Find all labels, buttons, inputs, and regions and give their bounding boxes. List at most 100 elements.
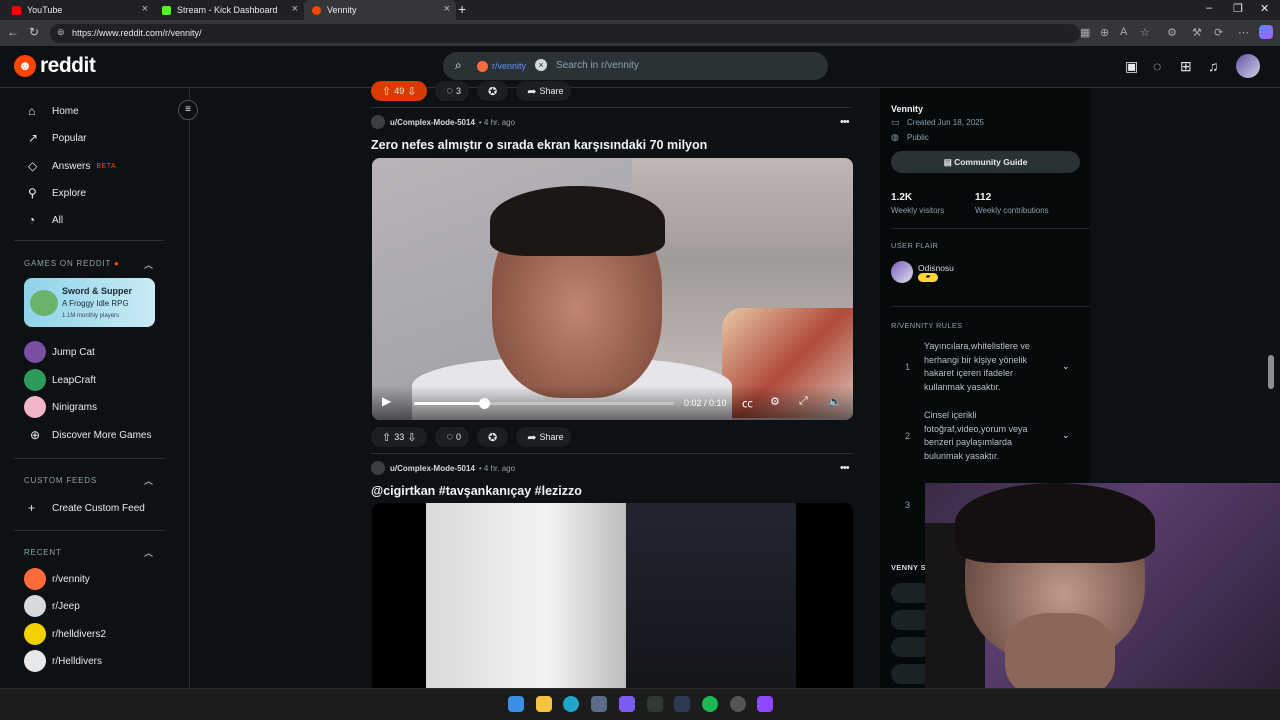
apps-icon[interactable]: ▦ <box>1080 26 1090 39</box>
steam-icon[interactable] <box>674 696 690 712</box>
community-guide-button[interactable]: ▤ Community Guide <box>891 151 1080 173</box>
page-scrollbar[interactable] <box>1268 355 1274 389</box>
close-icon[interactable]: × <box>292 3 298 15</box>
tools-icon[interactable]: ⚒ <box>1192 26 1202 39</box>
rule-item[interactable]: 1 Yayıncılara,whitelistlere ve herhangi … <box>905 340 1075 396</box>
play-icon[interactable]: ▶ <box>382 394 391 408</box>
zoom-icon[interactable]: ⊕ <box>1100 26 1109 39</box>
upvote-icon[interactable]: ⇧ <box>382 431 391 444</box>
fullscreen-icon[interactable]: ⤢ <box>799 395 808 408</box>
close-icon[interactable]: × <box>142 3 148 15</box>
sidebar-item-popular[interactable]: ↗ Popular <box>28 131 86 145</box>
chevron-up-icon[interactable]: ︿ <box>144 474 153 487</box>
chevron-up-icon[interactable]: ︿ <box>144 258 153 271</box>
award-button[interactable]: ✪ <box>477 81 509 101</box>
notifications-icon[interactable]: ♫ <box>1208 58 1219 74</box>
rule-item[interactable]: 2 Cinsel içerikli fotoğraf,video,yorum v… <box>905 409 1075 465</box>
vote-control[interactable]: ⇧ 49 ⇩ <box>371 81 428 101</box>
video-player[interactable]: ▶ 0:02 / 0:10 ㏄ ⚙ ⤢ 🔈 <box>372 158 853 420</box>
featured-game-card[interactable]: Sword & Supper A Froggy Idle RPG 1.1M mo… <box>24 278 155 327</box>
close-window-icon[interactable]: ✕ <box>1260 2 1269 15</box>
seek-bar[interactable] <box>414 398 674 409</box>
game-jump-cat[interactable]: Jump Cat <box>24 341 95 363</box>
reddit-logo[interactable]: ☻ reddit <box>14 54 96 78</box>
captions-icon[interactable]: ㏄ <box>742 395 753 411</box>
sync-icon[interactable]: ⟳ <box>1214 26 1223 39</box>
post-author[interactable]: u/Complex-Mode-5014 <box>390 118 475 127</box>
downvote-icon[interactable]: ⇩ <box>407 85 416 98</box>
search-bar[interactable]: ⌕ r/vennity × Search in r/vennity <box>443 52 828 80</box>
more-icon[interactable]: ⋯ <box>1238 26 1249 39</box>
app-icon[interactable] <box>757 696 773 712</box>
post-meta: u/Complex-Mode-5014 • 4 hr. ago <box>371 461 515 475</box>
clear-chip-icon[interactable]: × <box>535 59 547 71</box>
sidebar-item-explore[interactable]: ⚲ Explore <box>28 186 86 200</box>
search-placeholder[interactable]: Search in r/vennity <box>556 60 639 71</box>
recent-helldivers2[interactable]: r/helldivers2 <box>24 623 106 645</box>
game-leapcraft[interactable]: LeapCraft <box>24 369 96 391</box>
volume-icon[interactable]: 🔈 <box>828 395 842 408</box>
read-aloud-icon[interactable]: A <box>1120 26 1127 38</box>
upvote-icon[interactable]: ⇧ <box>382 85 391 98</box>
create-post-icon[interactable]: ⊞ <box>1180 58 1192 75</box>
back-icon[interactable]: ← <box>7 25 19 39</box>
user-avatar[interactable] <box>1236 54 1260 78</box>
app-icon[interactable] <box>647 696 663 712</box>
discord-icon[interactable] <box>619 696 635 712</box>
subreddit-chip[interactable]: r/vennity <box>477 58 526 74</box>
recent-jeep[interactable]: r/Jeep <box>24 595 80 617</box>
recent-helldivers[interactable]: r/Helldivers <box>24 650 102 672</box>
chat-icon[interactable]: ◌ <box>1153 58 1161 74</box>
chevron-down-icon[interactable]: ⌄ <box>1062 361 1070 372</box>
tab-vennity[interactable]: Vennity × <box>304 0 456 20</box>
weekly-visitors-value: 1.2K <box>891 192 913 203</box>
settings-icon[interactable]: ⚙ <box>770 395 780 408</box>
spotify-icon[interactable] <box>702 696 718 712</box>
close-icon[interactable]: × <box>444 3 450 15</box>
flair-avatar[interactable] <box>891 261 913 283</box>
sidebar-item-answers[interactable]: ◇ Answers BETA <box>28 159 116 173</box>
discover-games[interactable]: ⊕ Discover More Games <box>24 424 152 446</box>
copilot-icon[interactable] <box>1259 25 1273 39</box>
app-icon[interactable] <box>591 696 607 712</box>
game-ninigrams[interactable]: Ninigrams <box>24 396 97 418</box>
share-button[interactable]: ➦ Share <box>516 81 572 101</box>
minimize-icon[interactable]: – <box>1206 2 1212 14</box>
advertise-icon[interactable]: ▣ <box>1125 58 1138 75</box>
post-title[interactable]: Zero nefes almıştır o sırada ekran karşı… <box>371 138 707 152</box>
downvote-icon[interactable]: ⇩ <box>407 431 416 444</box>
post-author[interactable]: u/Complex-Mode-5014 <box>390 464 475 473</box>
tab-youtube[interactable]: YouTube × <box>4 0 154 20</box>
vote-control[interactable]: ⇧ 33 ⇩ <box>371 427 428 447</box>
flair-username[interactable]: Odisnosu <box>918 263 954 273</box>
new-tab-icon[interactable]: + <box>458 1 466 17</box>
post-title[interactable]: @cigirtkan #tavşankanıçay #lezizzo <box>371 484 582 498</box>
logo-text: reddit <box>40 54 96 77</box>
site-info-icon[interactable]: ⊜ <box>57 27 65 38</box>
start-icon[interactable] <box>508 696 524 712</box>
reload-icon[interactable]: ↻ <box>29 25 39 39</box>
comments-button[interactable]: ◌ 0 <box>435 427 470 447</box>
post-options-icon[interactable]: ••• <box>840 116 850 128</box>
sidebar-item-home[interactable]: ⌂ Home <box>28 104 79 118</box>
restore-icon[interactable]: ❐ <box>1233 2 1243 15</box>
favorite-icon[interactable]: ☆ <box>1140 26 1150 39</box>
extensions-icon[interactable]: ⚙ <box>1167 26 1177 39</box>
video-player[interactable] <box>372 503 853 688</box>
chevron-up-icon[interactable]: ︿ <box>144 546 153 559</box>
share-button[interactable]: ➦ Share <box>516 427 572 447</box>
edge-icon[interactable] <box>563 696 579 712</box>
address-field[interactable]: https://www.reddit.com/r/vennity/ <box>50 24 1080 43</box>
app-icon[interactable] <box>730 696 746 712</box>
create-custom-feed[interactable]: + Create Custom Feed <box>28 501 145 515</box>
user-avatar[interactable] <box>371 461 385 475</box>
sidebar-item-all[interactable]: ◔ All <box>28 213 63 227</box>
post-options-icon[interactable]: ••• <box>840 462 850 474</box>
recent-vennity[interactable]: r/vennity <box>24 568 90 590</box>
comments-button[interactable]: ◌ 3 <box>435 81 470 101</box>
chevron-down-icon[interactable]: ⌄ <box>1062 430 1070 441</box>
user-avatar[interactable] <box>371 115 385 129</box>
file-explorer-icon[interactable] <box>536 696 552 712</box>
award-button[interactable]: ✪ <box>477 427 509 447</box>
tab-kick[interactable]: Stream - Kick Dashboard × <box>154 0 304 20</box>
